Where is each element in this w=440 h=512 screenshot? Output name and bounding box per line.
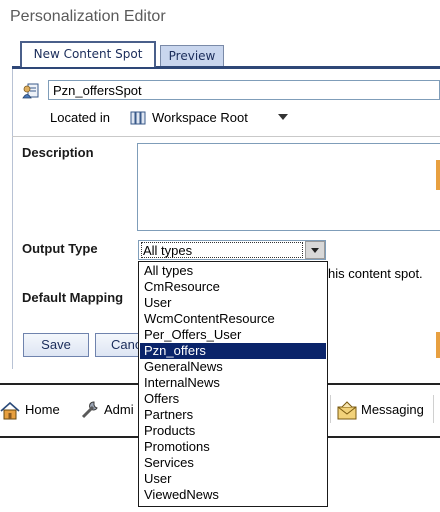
save-button[interactable]: Save [23, 333, 89, 357]
nav-messaging-label[interactable]: Messaging [361, 402, 424, 417]
dropdown-option[interactable]: CmResource [140, 279, 326, 295]
window-title: Personalization Editor [10, 8, 166, 25]
output-type-selected-value: All types [143, 243, 193, 258]
location-dropdown-arrow-icon[interactable] [278, 114, 288, 120]
dropdown-option[interactable]: WcmContentResource [140, 311, 326, 327]
dropdown-option[interactable]: All types [140, 263, 326, 279]
dropdown-option[interactable]: GeneralNews [140, 359, 326, 375]
wrench-icon[interactable] [80, 400, 100, 420]
dropdown-option[interactable]: InternalNews [140, 375, 326, 391]
spot-name-input[interactable] [48, 80, 440, 100]
envelope-icon[interactable] [336, 401, 358, 421]
output-type-hint: his content spot. [328, 266, 423, 281]
tab-preview[interactable]: Preview [160, 45, 224, 66]
output-type-dropdown-list[interactable]: All types CmResource User WcmContentResourc… [138, 261, 328, 507]
home-icon[interactable] [0, 402, 20, 420]
location-value[interactable]: Workspace Root [152, 110, 248, 125]
description-label: Description [22, 145, 94, 160]
description-textarea[interactable] [137, 143, 440, 231]
content-spot-icon [22, 83, 39, 99]
orange-edge-accent-lower [436, 332, 440, 358]
orange-edge-accent [436, 160, 440, 190]
dropdown-option[interactable]: Offers [140, 391, 326, 407]
located-in-label: Located in [50, 110, 110, 125]
nav-separator [330, 395, 331, 423]
dropdown-option[interactable]: Pzn_offers [140, 343, 326, 359]
dropdown-option[interactable]: Per_Offers_User [140, 327, 326, 343]
dropdown-option[interactable]: User [140, 295, 326, 311]
dropdown-option[interactable]: Services [140, 455, 326, 471]
nav-home-label[interactable]: Home [25, 402, 60, 417]
dropdown-option[interactable]: Promotions [140, 439, 326, 455]
dropdown-option[interactable]: User [140, 471, 326, 487]
default-mapping-label: Default Mapping [22, 290, 124, 305]
section-divider [12, 136, 440, 137]
chevron-down-icon [311, 248, 319, 253]
output-type-label: Output Type [22, 241, 98, 256]
dropdown-option[interactable]: ViewedNews [140, 487, 326, 503]
tab-new-content-spot[interactable]: New Content Spot [20, 41, 156, 67]
dropdown-option[interactable]: Products [140, 423, 326, 439]
nav-separator-right [433, 395, 434, 423]
dropdown-option[interactable]: Partners [140, 407, 326, 423]
workspace-folder-icon [130, 111, 146, 125]
nav-administration-label[interactable]: Admi [104, 402, 134, 417]
